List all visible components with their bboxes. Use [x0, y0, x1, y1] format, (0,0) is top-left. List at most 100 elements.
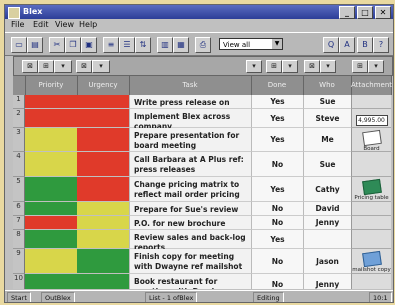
sort-icon[interactable]: ⇅: [135, 37, 151, 53]
done-cell[interactable]: Yes: [251, 230, 303, 249]
open-icon[interactable]: ▤: [27, 37, 43, 53]
filter-icon[interactable]: ▦: [173, 37, 189, 53]
urgency-cell[interactable]: [77, 177, 129, 202]
menu-file[interactable]: File: [11, 20, 24, 29]
row-number[interactable]: 1: [13, 95, 25, 109]
priority-cell[interactable]: [25, 95, 77, 109]
header-task[interactable]: Task: [129, 76, 252, 95]
done-cell[interactable]: No: [251, 152, 303, 177]
attachment-cell[interactable]: Board Presentation: [351, 128, 391, 158]
minimize-button[interactable]: _: [339, 6, 355, 19]
done-cell[interactable]: No: [251, 216, 303, 230]
urgency-cell[interactable]: [77, 274, 129, 289]
attachment-document-icon[interactable]: [361, 129, 382, 147]
table-row[interactable]: 2 Implement Blex across company Yes Steve 4,…: [13, 109, 391, 131]
row-number[interactable]: 7: [13, 216, 25, 230]
col-tool-6-icon[interactable]: ▾: [246, 60, 262, 73]
priority-cell[interactable]: [25, 216, 77, 230]
help-icon[interactable]: ?: [373, 37, 389, 53]
table-row[interactable]: 10 Book restaurant for meeting with Damia…: [13, 274, 391, 289]
priority-cell[interactable]: [25, 177, 77, 202]
task-cell[interactable]: Finish copy for meeting with Dwayne ref …: [129, 249, 251, 274]
priority-cell[interactable]: [25, 109, 77, 128]
attachment-cell[interactable]: Pricing table: [351, 177, 391, 202]
table-row[interactable]: 4 Call Barbara at A Plus ref: press relea…: [13, 152, 391, 177]
table-row[interactable]: 8 Review sales and back-log reports Yes: [13, 230, 391, 252]
columns-icon[interactable]: ▥: [157, 37, 173, 53]
bold-icon[interactable]: B: [357, 37, 373, 53]
done-cell[interactable]: Yes: [251, 128, 303, 152]
done-cell[interactable]: Yes: [251, 95, 303, 109]
copy-icon[interactable]: ❐: [65, 37, 81, 53]
col-tool-3-icon[interactable]: ▾: [54, 60, 72, 73]
who-cell[interactable]: Steve: [303, 109, 351, 128]
header-who[interactable]: Who: [303, 76, 352, 95]
row-number[interactable]: 5: [13, 177, 25, 202]
task-cell[interactable]: Prepare presentation for board meeting: [129, 128, 251, 152]
urgency-cell[interactable]: [77, 128, 129, 152]
who-cell[interactable]: Jenny: [303, 216, 351, 230]
col-tool-7-icon[interactable]: ⊞: [266, 60, 282, 73]
who-cell[interactable]: [303, 230, 351, 249]
who-cell[interactable]: Cathy: [303, 177, 351, 202]
urgency-cell[interactable]: [77, 152, 129, 177]
row-number[interactable]: 10: [13, 274, 25, 289]
who-cell[interactable]: Sue: [303, 152, 351, 177]
table-row[interactable]: 6 Prepare for Sue's review No David: [13, 202, 391, 216]
new-icon[interactable]: ▭: [11, 37, 27, 53]
col-tool-2-icon[interactable]: ⊞: [38, 60, 54, 73]
table-row[interactable]: 1 Write press release on OfficeBlex Yes Sue: [13, 95, 391, 117]
who-cell[interactable]: Jason: [303, 249, 351, 274]
attachment-document-icon[interactable]: [361, 250, 382, 268]
row-number[interactable]: 2: [13, 109, 25, 128]
task-cell[interactable]: Review sales and back-log reports: [129, 230, 251, 252]
table-row[interactable]: 5 Change pricing matrix to reflect mail o…: [13, 177, 391, 202]
header-done[interactable]: Done: [251, 76, 304, 95]
taskbar-app-outblex[interactable]: OutBlex: [41, 292, 75, 302]
done-cell[interactable]: Yes: [251, 109, 303, 128]
who-cell[interactable]: Sue: [303, 95, 351, 109]
priority-cell[interactable]: [25, 274, 77, 289]
row-number[interactable]: 6: [13, 202, 25, 216]
row-number[interactable]: 4: [13, 152, 25, 177]
urgency-cell[interactable]: [77, 230, 129, 249]
priority-cell[interactable]: [25, 249, 77, 274]
task-cell[interactable]: Book restaurant for meeting with Damian …: [129, 274, 251, 289]
priority-cell[interactable]: [25, 128, 77, 152]
attachment-cell[interactable]: 4,995.00: [351, 109, 391, 128]
done-cell[interactable]: No: [251, 274, 303, 289]
menu-edit[interactable]: Edit: [33, 20, 49, 29]
who-cell[interactable]: Me: [303, 128, 351, 152]
task-cell[interactable]: Write press release on OfficeBlex: [129, 95, 251, 117]
attachment-cell[interactable]: [351, 202, 391, 216]
zoom-icon[interactable]: Q: [323, 37, 339, 53]
attachment-cell[interactable]: [351, 230, 391, 249]
menu-view[interactable]: View: [55, 20, 74, 29]
col-tool-5-icon[interactable]: ▾: [92, 60, 110, 73]
header-urgency[interactable]: Urgency: [77, 76, 130, 95]
col-tool-12-icon[interactable]: ▾: [368, 60, 384, 73]
col-tool-4-icon[interactable]: ⊠: [76, 60, 92, 73]
attachment-cell[interactable]: [351, 95, 391, 109]
close-button[interactable]: ✕: [375, 6, 391, 19]
delete-row-icon[interactable]: ☰: [119, 37, 135, 53]
attachment-cell[interactable]: [351, 274, 391, 289]
urgency-cell[interactable]: [77, 249, 129, 274]
who-cell[interactable]: David: [303, 202, 351, 216]
task-cell[interactable]: P.O. for new brochure: [129, 216, 251, 230]
attachment-document-icon[interactable]: [361, 178, 382, 196]
maximize-button[interactable]: □: [357, 6, 373, 19]
task-cell[interactable]: Prepare for Sue's review: [129, 202, 251, 216]
header-attachment[interactable]: Attachment: [351, 76, 392, 95]
task-cell[interactable]: Change pricing matrix to reflect mail or…: [129, 177, 251, 202]
task-cell[interactable]: Implement Blex across company: [129, 109, 251, 131]
done-cell[interactable]: No: [251, 202, 303, 216]
taskbar-app-list[interactable]: List - 1 ofBlex: [145, 292, 198, 302]
table-row[interactable]: 7 P.O. for new brochure No Jenny: [13, 216, 391, 230]
urgency-cell[interactable]: [77, 202, 129, 216]
attachment-cell[interactable]: [351, 152, 391, 177]
header-priority[interactable]: Priority: [25, 76, 78, 95]
priority-cell[interactable]: [25, 202, 77, 216]
done-cell[interactable]: Yes: [251, 177, 303, 202]
done-cell[interactable]: No: [251, 249, 303, 274]
